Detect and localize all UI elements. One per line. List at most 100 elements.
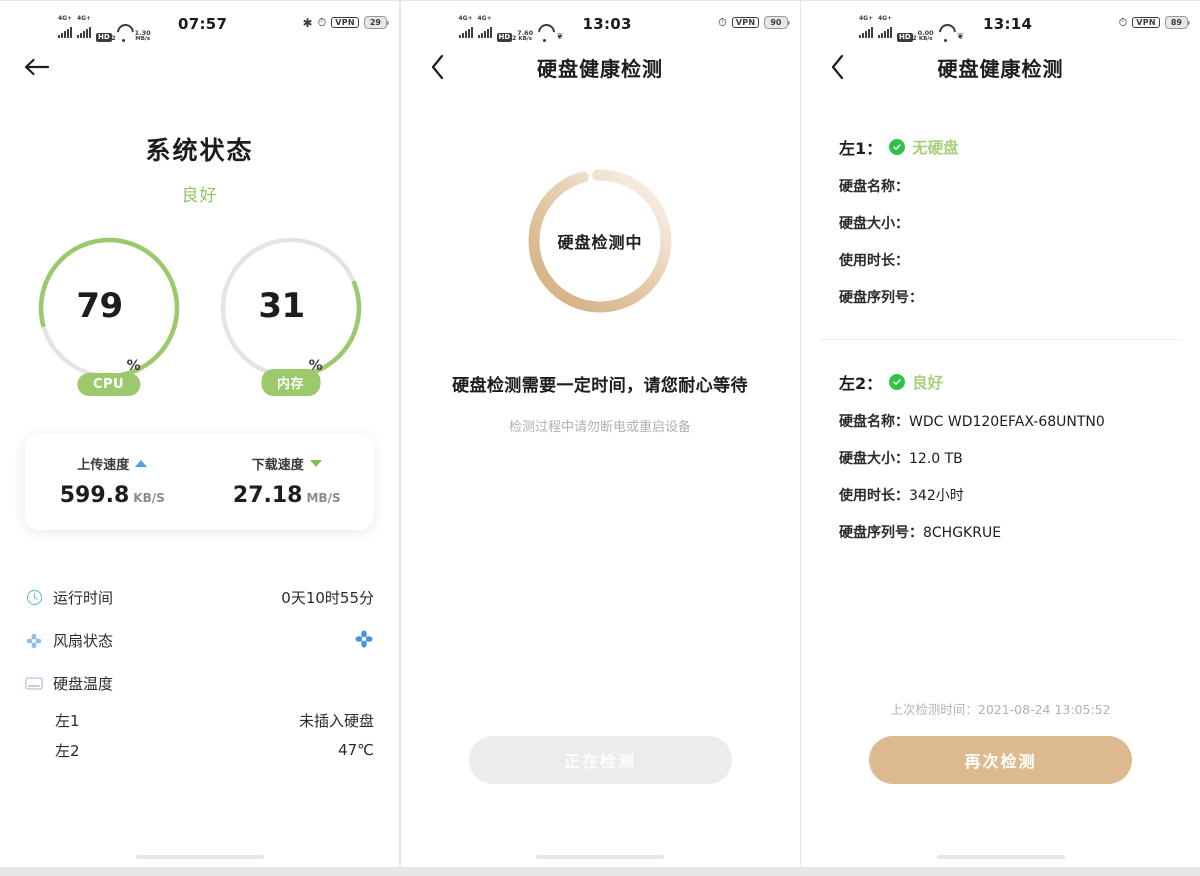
disk-left2-row-size: 硬盘大小：12.0 TB xyxy=(839,448,1162,468)
status-bar: 4G+ 4G+ HD 2 1.30 MB/s 07:57 ✱ ⏱ VPN 29 xyxy=(0,1,399,42)
screenshot-stage: 4G+ 4G+ HD 2 1.30 MB/s 07:57 ✱ ⏱ VPN 29 … xyxy=(0,0,1200,876)
nav-bar: 硬盘健康检测 xyxy=(801,41,1200,93)
disk-left2-serial-label: 硬盘序列号： xyxy=(839,525,923,541)
download-arrow-icon xyxy=(309,460,322,467)
status-bar-clock: 07:57 xyxy=(178,15,228,33)
page-title: 硬盘健康检测 xyxy=(537,56,663,81)
fan-status-indicator xyxy=(354,629,374,653)
clock-icon xyxy=(25,589,43,607)
download-speed-label-wrap: 下载速度 xyxy=(252,454,322,473)
status-bar-left-icons: 4G+ 4G+ HD 2 7.60 KB/s ❦ xyxy=(458,16,564,42)
gauge-group: 79 % CPU 31 % 内存 xyxy=(0,232,399,396)
alarm-icon: ⏱ xyxy=(1118,16,1128,29)
disk-left2-row-name: 硬盘名称：WDC WD120EFAX-68UNTN0 xyxy=(839,411,1162,431)
upload-speed-value-wrap: 599.8 KB/S xyxy=(25,483,200,508)
signal-1-icon: 4G+ xyxy=(458,16,473,42)
bluetooth-icon: ✱ xyxy=(302,15,313,30)
disk-left1-slot: 左1： xyxy=(839,139,883,158)
download-speed-value-wrap: 27.18 MB/S xyxy=(200,483,375,508)
disk-temp-row-left2: 左2 47℃ xyxy=(25,735,374,765)
info-row-uptime-label: 运行时间 xyxy=(53,589,114,607)
info-row-uptime-value: 0天10时55分 xyxy=(281,589,374,607)
signal-2-icon: 4G+ xyxy=(477,16,492,42)
upload-speed-label-wrap: 上传速度 xyxy=(77,454,148,473)
chevron-left-icon xyxy=(831,54,844,80)
battery-indicator: 29 xyxy=(363,16,390,29)
last-check-time: 上次检测时间：2021-08-24 13:05:52 xyxy=(890,702,1111,717)
disk-left2-header: 左2： 良好 xyxy=(839,370,1162,394)
vpn-badge: VPN xyxy=(1132,17,1160,28)
disk-left2-size-value: 12.0 TB xyxy=(909,451,963,467)
gauge-memory-value: 31 xyxy=(258,286,305,326)
disk-left2-state: 良好 xyxy=(912,374,944,392)
disk-section-divider xyxy=(819,339,1182,340)
disk-left2-row-serial: 硬盘序列号：8CHGKRUE xyxy=(839,522,1162,542)
alarm-icon: ⏱ xyxy=(718,16,727,29)
vpn-badge: VPN xyxy=(731,17,760,28)
panel-disk-health-results: 4G+ 4G+ HD 2 0.00 KB/s ❦ 13:14 ⏱ VPN 89 … xyxy=(801,1,1200,867)
signal-1-icon: 4G+ xyxy=(58,16,72,42)
download-speed-unit: MB/S xyxy=(306,491,341,505)
info-row-disk-temp: 硬盘温度 xyxy=(25,662,374,705)
panel-disk-health-scanning: 4G+ 4G+ HD 2 7.60 KB/s ❦ 13:03 ⏱ VPN 90 … xyxy=(400,1,800,867)
status-bar-right-icons: ✱ ⏱ VPN 29 xyxy=(302,15,390,30)
check-circle-icon xyxy=(889,374,906,390)
recheck-button[interactable]: 再次检测 xyxy=(869,736,1132,784)
disk-left1-header: 左1： 无硬盘 xyxy=(839,135,1162,159)
battery-indicator: 89 xyxy=(1164,16,1191,29)
gauge-cpu-value-wrap: 79 % xyxy=(33,232,185,384)
disk-left1-row-hours: 使用时长： xyxy=(839,250,1162,270)
back-button[interactable] xyxy=(421,50,455,84)
battery-indicator: 90 xyxy=(764,16,790,29)
disk-left2-hours-label: 使用时长： xyxy=(839,488,909,504)
network-speed-card: 上传速度 599.8 KB/S 下载速度 27.18 MB/S xyxy=(25,434,374,530)
status-bar: 4G+ 4G+ HD 2 0.00 KB/s ❦ 13:14 ⏱ VPN 89 xyxy=(801,1,1200,42)
status-bar-left-icons: 4G+ 4G+ HD 2 0.00 KB/s ❦ xyxy=(859,16,964,42)
home-indicator xyxy=(936,855,1065,859)
disk-left2-name-value: WDC WD120EFAX-68UNTN0 xyxy=(909,414,1105,430)
signal-2-label: 4G+ xyxy=(77,15,92,22)
gauge-cpu: 79 % CPU xyxy=(33,232,185,396)
signal-1-icon: 4G+ xyxy=(859,16,873,42)
fan-icon xyxy=(25,632,43,650)
back-button[interactable] xyxy=(20,50,54,84)
disk-left2-name-label: 硬盘名称： xyxy=(839,414,909,430)
info-row-fan: 风扇状态 xyxy=(25,619,374,662)
info-row-disk-temp-label: 硬盘温度 xyxy=(53,675,114,693)
disk-temp-left1-label: 左1 xyxy=(55,711,80,730)
home-indicator xyxy=(135,855,264,859)
disk-left1-serial-label: 硬盘序列号： xyxy=(839,290,923,306)
page-title: 系统状态 xyxy=(145,136,254,165)
status-bar: 4G+ 4G+ HD 2 7.60 KB/s ❦ 13:03 ⏱ VPN 90 xyxy=(401,1,800,42)
scanning-button[interactable]: 正在检测 xyxy=(468,736,732,784)
gauge-cpu-value: 79 xyxy=(76,286,123,326)
disk-temp-left2-label: 左2 xyxy=(55,741,80,760)
disk-left1-row-serial: 硬盘序列号： xyxy=(839,287,1162,307)
disk-left2-row-hours: 使用时长：342小时 xyxy=(839,485,1162,505)
info-row-fan-label: 风扇状态 xyxy=(53,632,114,650)
disk-left1-name-label: 硬盘名称： xyxy=(839,179,909,195)
gauge-memory: 31 % 内存 xyxy=(215,232,367,396)
panel-system-status: 4G+ 4G+ HD 2 1.30 MB/s 07:57 ✱ ⏱ VPN 29 … xyxy=(0,1,399,867)
download-speed-block: 下载速度 27.18 MB/S xyxy=(200,454,375,508)
disk-left2-hours-value: 342小时 xyxy=(909,488,964,504)
scan-main-message: 硬盘检测需要一定时间，请您耐心等待 xyxy=(452,376,748,396)
signal-2-icon: 4G+ xyxy=(878,16,892,42)
disk-left2-slot: 左2： xyxy=(839,374,883,393)
back-button[interactable] xyxy=(821,50,855,84)
scan-spinner-text: 硬盘检测中 xyxy=(557,233,643,252)
disk-left1-row-size: 硬盘大小： xyxy=(839,213,1162,233)
arrow-left-icon xyxy=(24,58,50,76)
disk-left1-state: 无硬盘 xyxy=(912,139,959,157)
page-title: 硬盘健康检测 xyxy=(937,56,1064,81)
signal-1-label: 4G+ xyxy=(58,15,73,22)
nav-bar xyxy=(0,41,399,93)
disk-left1-hours-label: 使用时长： xyxy=(839,253,909,269)
fan-spinning-icon xyxy=(355,629,373,648)
upload-speed-block: 上传速度 599.8 KB/S xyxy=(25,454,200,508)
upload-speed-value: 599.8 xyxy=(59,483,130,508)
gauge-memory-value-wrap: 31 % xyxy=(215,232,367,384)
download-speed-label: 下载速度 xyxy=(251,458,304,473)
system-info-list: 运行时间 0天10时55分 风扇状态 硬盘温度 左1 未插入硬盘 左2 47℃ xyxy=(25,576,374,765)
upload-speed-label: 上传速度 xyxy=(77,458,130,473)
